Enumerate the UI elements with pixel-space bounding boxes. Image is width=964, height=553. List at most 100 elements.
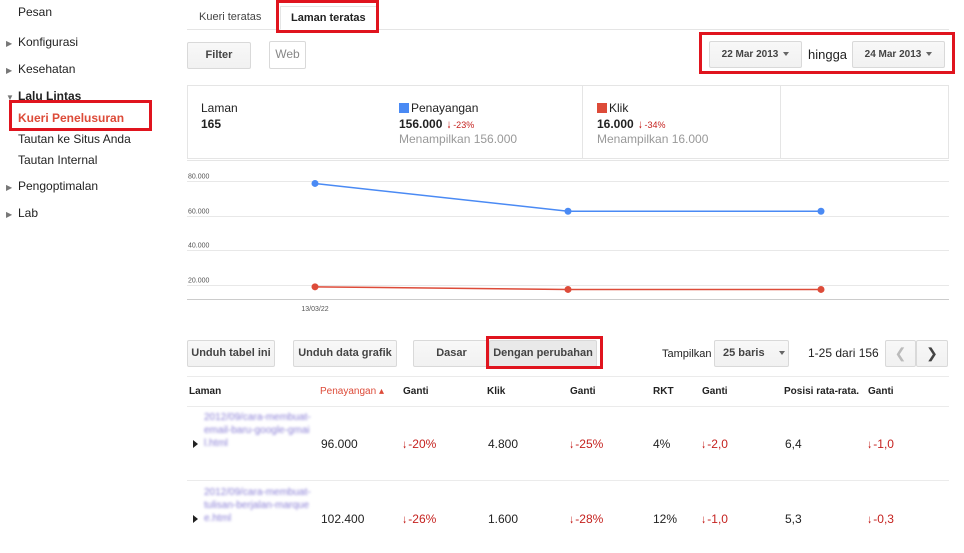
tab-laman-teratas[interactable]: Laman teratas — [280, 6, 377, 30]
prev-page-button[interactable]: ❮ — [885, 340, 916, 367]
page-url[interactable]: 2012/09/cara-membuat-email-baru-google-g… — [204, 411, 312, 477]
clicks-change: 🠓 -34% — [639, 120, 666, 130]
data-point-klik — [817, 285, 825, 293]
download-chart-data-button[interactable]: Unduh data grafik — [293, 340, 397, 367]
summary-divider — [582, 86, 583, 158]
table-row[interactable]: 2012/09/cara-membuat-email-baru-google-g… — [187, 407, 949, 481]
with-changes-view-button[interactable]: Dengan perubahan — [489, 340, 597, 367]
sidebar-item-tautan-internal[interactable]: Tautan Internal — [18, 153, 97, 167]
data-point-klik — [311, 283, 319, 291]
sidebar-item-pengoptimalan[interactable]: ▶ Pengoptimalan — [6, 179, 98, 193]
avg-position-change-cell: 🠓 -1,0 — [868, 437, 894, 454]
impressions-label-text: Penayangan — [411, 101, 479, 115]
page-url[interactable]: 2012/09/cara-membuat-tulisan-berjalan-ma… — [204, 486, 312, 552]
arrow-down-icon: 🠓 — [403, 440, 407, 450]
chevron-left-icon: ❮ — [894, 345, 907, 361]
y-tick-label: 80.000 — [188, 174, 210, 181]
sidebar-item-kesehatan[interactable]: ▶ Kesehatan — [6, 62, 75, 76]
web-filter-button[interactable]: Web — [269, 41, 306, 69]
basic-view-button[interactable]: Dasar — [413, 340, 490, 367]
change-text: -25% — [575, 437, 604, 451]
next-page-button[interactable]: ❯ — [916, 340, 948, 367]
chevron-right-icon: ▶ — [6, 66, 13, 75]
header-clicks-change[interactable]: Ganti — [570, 386, 596, 397]
start-date-button[interactable]: 22 Mar 2013 — [709, 41, 802, 68]
show-rows-label: Tampilkan — [662, 348, 712, 360]
expand-row-icon[interactable] — [193, 515, 198, 523]
header-impressions-change[interactable]: Ganti — [403, 386, 429, 397]
summary-clicks-sub: Menampilkan 16.000 — [597, 132, 709, 146]
sidebar-item-konfigurasi[interactable]: ▶ Konfigurasi — [6, 35, 78, 49]
change-text: -2,0 — [707, 437, 728, 451]
data-point-penayangan — [311, 179, 319, 187]
clicks-label-text: Klik — [609, 101, 629, 115]
avg-position-cell: 5,3 — [785, 512, 802, 526]
header-page[interactable]: Laman — [189, 386, 221, 397]
sidebar-item-pesan[interactable]: Pesan — [18, 5, 52, 19]
start-date-label: 22 Mar 2013 — [721, 49, 779, 60]
series-line-penayangan — [314, 182, 821, 213]
end-date-button[interactable]: 24 Mar 2013 — [852, 41, 945, 68]
clicks-swatch — [597, 103, 607, 113]
rows-per-page-select[interactable]: 25 baris — [714, 340, 789, 367]
sidebar-item-label: Lab — [18, 206, 39, 220]
sidebar-item-lab[interactable]: ▶ Lab — [6, 206, 38, 220]
y-tick-label: 40.000 — [188, 243, 210, 250]
clicks-cell: 1.600 — [488, 512, 519, 526]
clicks-change-cell: 🠓 -28% — [570, 512, 603, 529]
sidebar-item-label: Kesehatan — [18, 62, 76, 76]
ctr-change-cell: 🠓 -1,0 — [702, 512, 728, 529]
clicks-change-cell: 🠓 -25% — [570, 437, 603, 454]
chevron-right-icon: ▶ — [6, 210, 13, 219]
sidebar-item-label: Konfigurasi — [18, 35, 79, 49]
impressions-cell: 96.000 — [321, 437, 358, 451]
download-table-button[interactable]: Unduh tabel ini — [187, 340, 275, 367]
table-row[interactable]: 2012/09/cara-membuat-tulisan-berjalan-ma… — [187, 482, 949, 553]
sidebar-item-lalu-lintas[interactable]: ▼ Lalu Lintas — [6, 89, 81, 103]
summary-impressions-sub: Menampilkan 156.000 — [399, 132, 518, 146]
data-point-penayangan — [564, 207, 572, 215]
filter-button[interactable]: Filter — [187, 42, 251, 69]
header-impressions[interactable]: Penayangan ▴ — [320, 386, 384, 397]
change-text: -26% — [408, 512, 437, 526]
arrow-down-icon: 🠓 — [447, 120, 451, 130]
header-avg-position[interactable]: Posisi rata-rata. — [784, 386, 859, 397]
sidebar-item-label: Pengoptimalan — [18, 179, 99, 193]
date-range-connector: hingga — [808, 47, 848, 62]
header-ctr[interactable]: RKT — [653, 386, 674, 397]
impressions-change-cell: 🠓 -26% — [403, 512, 436, 529]
arrow-down-icon: 🠓 — [702, 440, 706, 450]
avg-position-change-cell: 🠓 -0,3 — [868, 512, 894, 529]
summary-divider — [780, 86, 781, 158]
change-text: -1,0 — [707, 512, 728, 526]
y-tick-label: 20.000 — [188, 278, 210, 285]
arrow-down-icon: 🠓 — [868, 515, 872, 525]
tab-kueri-teratas[interactable]: Kueri teratas — [189, 6, 271, 30]
chevron-right-icon: ▶ — [6, 183, 13, 192]
header-ctr-change[interactable]: Ganti — [702, 386, 728, 397]
impressions-change: 🠓 -23% — [447, 120, 474, 130]
x-tick-label: 13/03/22 — [301, 306, 328, 313]
chevron-down-icon: ▼ — [6, 93, 14, 102]
change-text: -28% — [575, 512, 604, 526]
expand-row-icon[interactable] — [193, 440, 198, 448]
chevron-down-icon — [926, 52, 933, 57]
impressions-change-cell: 🠓 -20% — [403, 437, 436, 454]
arrow-down-icon: 🠓 — [403, 515, 407, 525]
clicks-cell: 4.800 — [488, 437, 519, 451]
change-text: -0,3 — [873, 512, 894, 526]
change-text: -1,0 — [873, 437, 894, 451]
summary-clicks-label: Klik — [597, 101, 628, 115]
performance-chart: 80.000 60.000 40.000 20.000 13/03/22 — [187, 160, 949, 313]
summary-pages-value: 165 — [201, 117, 222, 131]
sidebar-item-kueri-penelusuran[interactable]: Kueri Penelusuran — [18, 111, 124, 125]
avg-position-cell: 6,4 — [785, 437, 802, 451]
impressions-cell: 102.400 — [321, 512, 365, 526]
header-clicks[interactable]: Klik — [487, 386, 505, 397]
header-avg-position-change[interactable]: Ganti — [868, 386, 894, 397]
impressions-value-text: 156.000 — [399, 117, 443, 131]
sidebar-item-tautan-ke-situs[interactable]: Tautan ke Situs Anda — [18, 132, 131, 146]
sidebar: Pesan ▶ Konfigurasi ▶ Kesehatan ▼ Lalu Lint… — [0, 0, 178, 553]
arrow-down-icon: 🠓 — [570, 515, 574, 525]
arrow-down-icon: 🠓 — [702, 515, 706, 525]
